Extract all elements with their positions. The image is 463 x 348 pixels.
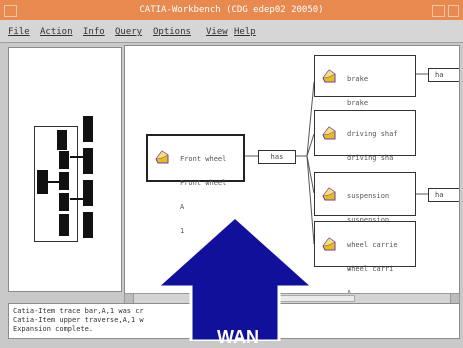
child-node-line: suspension (347, 192, 390, 200)
menu-view[interactable]: View (206, 27, 228, 37)
scroll-left-icon[interactable] (125, 294, 134, 303)
root-node[interactable]: Front wheel Front wheel A 1 (146, 134, 245, 235)
overview-node (83, 180, 93, 206)
part-icon (321, 68, 337, 84)
part-icon (321, 236, 337, 252)
menu-bar: File Action Info Query Options View Help (0, 20, 463, 43)
part-icon (321, 186, 337, 202)
menu-help[interactable]: Help (234, 27, 256, 37)
root-node-line: A (180, 203, 185, 211)
child-node-line: brake (347, 75, 369, 83)
child-node-line: driving sha (347, 154, 394, 162)
overview-root-node (37, 170, 48, 194)
menu-options[interactable]: Options (153, 27, 191, 37)
menu-file[interactable]: File (8, 27, 30, 37)
minimize-icon[interactable] (432, 5, 445, 17)
overview-node (59, 214, 69, 236)
overview-node (57, 130, 67, 150)
relation-has-brake[interactable]: ha (428, 68, 459, 82)
child-node-line: wheel carri (347, 265, 394, 273)
title-bar: CATIA-Workbench (CDG edep02 20050) (0, 0, 463, 21)
menu-query[interactable]: Query (115, 27, 142, 37)
child-node-driving-shaft[interactable]: driving shaf driving sha A 1 (314, 110, 416, 210)
up-arrow-overlay (155, 215, 315, 341)
overview-node (59, 193, 69, 211)
console-line: Catia-Item trace bar,A,1 was cr (13, 307, 144, 315)
relation-has-suspension[interactable]: ha (428, 188, 459, 202)
scroll-right-icon[interactable] (450, 294, 459, 303)
window-title: CATIA-Workbench (CDG edep02 20050) (139, 5, 324, 15)
overview-node (83, 148, 93, 174)
root-node-line: Front wheel (180, 155, 227, 163)
relation-has[interactable]: has (258, 150, 296, 164)
overview-node (83, 116, 93, 142)
menu-action[interactable]: Action (40, 27, 73, 37)
overview-node (83, 212, 93, 238)
menu-info[interactable]: Info (83, 27, 105, 37)
overview-connector (48, 181, 59, 183)
child-node-line: wheel carrie (347, 241, 398, 249)
child-node-suspension[interactable]: suspension suspension A 1 (314, 172, 416, 272)
overview-connector (70, 198, 83, 200)
overlay-text: WAN (217, 327, 259, 347)
maximize-icon[interactable] (448, 5, 459, 17)
overview-node (59, 172, 69, 190)
root-node-line: Front wheel (180, 179, 227, 187)
child-node-line: driving shaf (347, 130, 398, 138)
child-node-brake[interactable]: brake brake A 1 (314, 55, 416, 155)
child-node-wheel-carrier[interactable]: wheel carrie wheel carri A 1 (314, 221, 416, 293)
overview-connector (70, 156, 83, 158)
part-icon (154, 149, 170, 165)
console-line: Catia-Item upper traverse,A,1 w (13, 316, 144, 324)
child-node-line: brake (347, 99, 369, 107)
overview-node (59, 151, 69, 169)
console-line: Expansion complete. (13, 325, 94, 333)
part-icon (321, 125, 337, 141)
overview-panel[interactable] (8, 47, 122, 292)
